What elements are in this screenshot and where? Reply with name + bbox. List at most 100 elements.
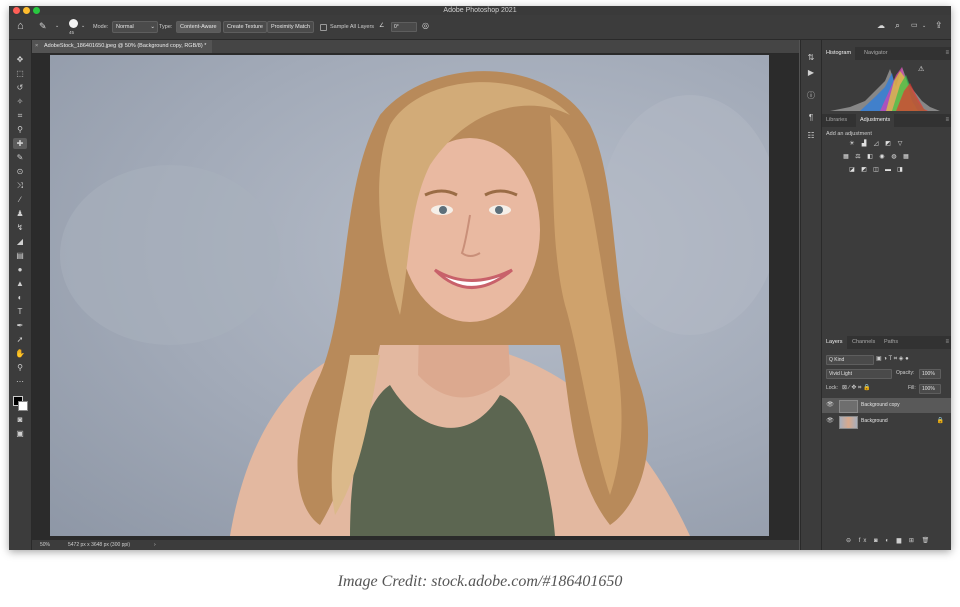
create-texture-button[interactable]: Create Texture [223, 21, 267, 33]
path-selection-tool-icon[interactable]: ➚ [13, 334, 27, 345]
proximity-match-button[interactable]: Proximity Match [267, 21, 315, 33]
stamp-tool-icon[interactable]: ⊙ [13, 166, 27, 177]
sample-all-layers-label: Sample All Layers [330, 24, 375, 30]
visibility-eye-icon[interactable]: 👁 [826, 414, 834, 429]
histogram-warning-icon[interactable]: ⚠ [918, 65, 924, 73]
workspace-icon[interactable]: ▭ [911, 21, 918, 29]
art-brush-tool-icon[interactable]: ∕ [13, 194, 27, 205]
layer-comps-icon[interactable]: ⇅ [805, 52, 817, 63]
lock-icons[interactable]: ⊠ ∕ ✥ ⌗ 🔒 [842, 384, 871, 392]
mode-select[interactable]: Normal ⌄ [112, 21, 158, 33]
color-lookup-icon[interactable]: ▦ [902, 154, 910, 161]
sample-all-layers-checkbox[interactable] [320, 24, 327, 31]
brush-preview-icon[interactable] [69, 19, 78, 28]
threshold-icon[interactable]: ◫ [872, 167, 880, 174]
dodge-tool-icon[interactable]: ◐ [13, 292, 27, 303]
status-menu-arrow[interactable]: › [154, 540, 156, 550]
invert-icon[interactable]: ◪ [848, 167, 856, 174]
content-aware-button[interactable]: Content-Aware [176, 21, 221, 33]
pressure-size-icon[interactable]: ◎ [422, 21, 429, 30]
properties-icon[interactable]: ☷ [805, 130, 817, 141]
hue-saturation-icon[interactable]: ▦ [842, 154, 850, 161]
exposure-icon[interactable]: ◩ [884, 141, 892, 148]
more-tools-icon[interactable]: ⋯ [13, 376, 27, 387]
levels-icon[interactable]: ▟ [860, 141, 868, 148]
history-brush-tool-icon[interactable]: ⤨ [13, 180, 27, 191]
tab-adjustments[interactable]: Adjustments [856, 114, 895, 127]
crop-tool-icon[interactable]: ⌗ [13, 110, 27, 121]
home-icon[interactable]: ⌂ [17, 20, 24, 32]
layer-kind-filter[interactable]: Q Kind [826, 355, 874, 365]
posterize-icon[interactable]: ◩ [860, 167, 868, 174]
share-icon[interactable]: ⇪ [935, 20, 943, 31]
angle-input[interactable]: 0° [391, 22, 417, 32]
black-white-icon[interactable]: ◧ [866, 154, 874, 161]
canvas-area[interactable] [32, 54, 799, 540]
layer-filter-icons[interactable]: ▣ ◑ T ⌗ ◈ ● [876, 355, 909, 363]
quick-selection-tool-icon[interactable]: ✧ [13, 96, 27, 107]
document-photo[interactable] [50, 55, 769, 536]
layer-row-background-copy[interactable]: 👁 Background copy [822, 398, 951, 413]
healing-brush-tool-icon[interactable]: ✚ [13, 138, 27, 149]
tab-navigator[interactable]: Navigator [860, 47, 892, 60]
cloud-docs-icon[interactable]: ☁ [877, 21, 885, 30]
fill-input[interactable]: 100% [919, 384, 941, 394]
info-icon[interactable]: ⓘ [805, 90, 817, 101]
tab-paths[interactable]: Paths [880, 336, 902, 349]
paragraph-icon[interactable]: ¶ [805, 112, 817, 123]
zoom-tool-icon[interactable]: ⚲ [13, 362, 27, 373]
title-bar: Adobe Photoshop 2021 [9, 6, 951, 15]
blend-mode-select[interactable]: Vivid Light [826, 369, 892, 379]
tab-layers[interactable]: Layers [822, 336, 847, 349]
background-color-swatch[interactable] [18, 401, 28, 411]
gradient-tool-icon[interactable]: ▤ [13, 250, 27, 261]
adjustments-menu-icon[interactable]: ≡ [945, 114, 949, 127]
chevron-down-icon[interactable]: ⌄ [55, 23, 59, 29]
layers-menu-icon[interactable]: ≡ [945, 336, 949, 349]
layer-row-background[interactable]: 👁 Background 🔒 [822, 414, 951, 429]
photo-filter-icon[interactable]: ◉ [878, 154, 886, 161]
search-icon[interactable]: ⌕ [895, 20, 900, 31]
bandage-tool-preset-icon[interactable]: ✎ [39, 21, 47, 31]
channel-mixer-icon[interactable]: ◍ [890, 154, 898, 161]
play-actions-icon[interactable]: ▶ [805, 67, 817, 78]
clone-stamp-tool-icon[interactable]: ♟ [13, 208, 27, 219]
brush-tool-icon[interactable]: ✎ [13, 152, 27, 163]
visibility-eye-icon[interactable]: 👁 [826, 398, 834, 413]
pen-tool-icon[interactable]: ✒ [13, 320, 27, 331]
move-tool-icon[interactable]: ✥ [13, 54, 27, 65]
mode-select-value: Normal [116, 24, 134, 30]
brush-chevron-icon[interactable]: ⌄ [81, 23, 85, 29]
eyedropper-tool-icon[interactable]: ⚲ [13, 124, 27, 135]
curves-icon[interactable]: ◿ [872, 141, 880, 148]
vibrance-icon[interactable]: ▽ [896, 141, 904, 148]
color-balance-icon[interactable]: ⚖ [854, 154, 862, 161]
close-tab-icon[interactable]: × [35, 40, 38, 53]
marquee-tool-icon[interactable]: ⬚ [13, 68, 27, 79]
layers-footer-icons[interactable]: ⊖ fx ◙ ◐ ▆ ⊞ 🗑 [846, 537, 932, 544]
document-tab-title: AdobeStock_186401650.jpeg @ 50% (Backgro… [44, 43, 207, 49]
eraser-tool-icon[interactable]: ◢ [13, 236, 27, 247]
screen-mode-icon[interactable]: ▣ [13, 428, 27, 439]
document-tab[interactable]: × AdobeStock_186401650.jpeg @ 50% (Backg… [32, 40, 213, 53]
hand-tool-icon[interactable]: ✋ [13, 348, 27, 359]
brush-size-value: 45 [69, 30, 75, 35]
zoom-level[interactable]: 50% [40, 540, 50, 550]
selective-color-icon[interactable]: ◨ [896, 167, 904, 174]
gradient-map-icon[interactable]: ▬ [884, 167, 892, 174]
brightness-contrast-icon[interactable]: ☀ [848, 141, 856, 148]
type-tool-icon[interactable]: T [13, 306, 27, 317]
tab-libraries[interactable]: Libraries [822, 114, 851, 127]
histogram-menu-icon[interactable]: ≡ [945, 47, 949, 60]
quick-mask-icon[interactable]: ◙ [13, 414, 27, 425]
tab-channels[interactable]: Channels [848, 336, 879, 349]
workspace-chevron-icon[interactable]: ⌄ [922, 23, 926, 29]
sharpen-tool-icon[interactable]: ▲ [13, 278, 27, 289]
history-brush-icon[interactable]: ↯ [13, 222, 27, 233]
fill-label: Fill: [908, 385, 916, 391]
lasso-tool-icon[interactable]: ↺ [13, 82, 27, 93]
opacity-input[interactable]: 100% [919, 369, 941, 379]
blur-tool-icon[interactable]: ● [13, 264, 27, 275]
tab-histogram[interactable]: Histogram [822, 47, 856, 60]
tools-panel: ✥ ⬚ ↺ ✧ ⌗ ⚲ ✚ ✎ ⊙ ⤨ ∕ ♟ ↯ ◢ ▤ ● ▲ ◐ T ✒ … [9, 40, 32, 550]
